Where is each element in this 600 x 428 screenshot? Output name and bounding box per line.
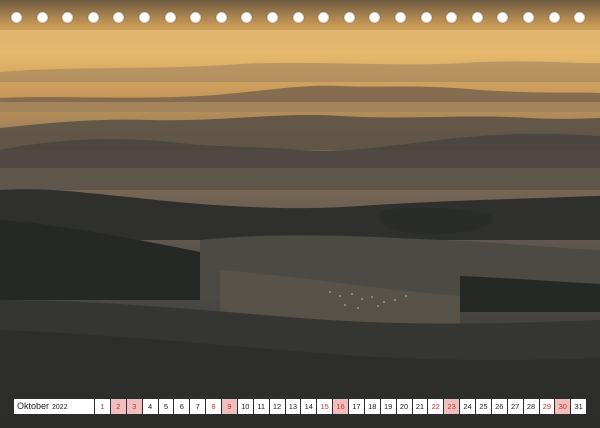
day-cell: 20 [396, 399, 412, 414]
day-cell: 28 [523, 399, 539, 414]
binding-ring [87, 12, 99, 23]
day-cell: 23 [444, 399, 460, 414]
month-name: Oktober [17, 401, 50, 411]
day-cell: 4 [142, 399, 158, 414]
day-cell: 31 [571, 399, 587, 414]
bottom-strip [0, 414, 600, 428]
binding-ring [164, 12, 176, 23]
day-cell: 30 [555, 399, 571, 414]
landscape-photo [0, 0, 600, 428]
day-cell: 7 [190, 399, 206, 414]
binding-ring [523, 12, 534, 23]
day-cell: 11 [253, 399, 269, 414]
day-cell: 25 [476, 399, 491, 414]
day-cell: 9 [222, 399, 237, 414]
calendar-page: Oktober 2022 1 2 3 4 5 6 7 8 9 10 11 12 13 14 15 16 17 18 1… [0, 0, 600, 428]
day-cell: 17 [349, 399, 364, 414]
year-label: 2022 [52, 404, 68, 411]
binding-rings [0, 0, 600, 36]
binding-ring [11, 12, 22, 23]
calendar-strip: Oktober 2022 1 2 3 4 5 6 7 8 9 10 11 12 13 14 15 16 17 18 1… [14, 399, 587, 414]
binding-ring [215, 12, 227, 23]
day-cell: 29 [539, 399, 555, 414]
day-cell: 13 [285, 399, 301, 414]
binding-ring [36, 12, 48, 23]
day-cell: 18 [364, 399, 380, 414]
day-cell: 24 [460, 399, 475, 414]
day-cell: 26 [491, 399, 507, 414]
day-cell: 19 [380, 399, 396, 414]
binding-ring [574, 12, 586, 23]
binding-ring [471, 12, 483, 23]
day-cell: 8 [206, 399, 221, 414]
day-cell: 2 [110, 399, 126, 414]
day-cell: 5 [158, 399, 174, 414]
binding-ring [62, 12, 74, 23]
binding-ring [369, 12, 381, 23]
binding-ring [113, 12, 125, 23]
day-cell: 16 [333, 399, 348, 414]
day-cell: 6 [174, 399, 190, 414]
binding-ring [318, 12, 330, 23]
binding-ring [343, 12, 355, 23]
day-cell: 1 [95, 399, 110, 414]
day-cell: 12 [269, 399, 285, 414]
day-cell: 14 [301, 399, 317, 414]
binding-ring [497, 12, 509, 23]
binding-ring [548, 12, 560, 23]
month-label: Oktober 2022 [14, 399, 94, 414]
day-cell: 15 [317, 399, 333, 414]
binding-ring [420, 12, 432, 23]
day-cell: 22 [428, 399, 444, 414]
day-cell: 3 [126, 399, 142, 414]
day-cell: 21 [412, 399, 428, 414]
day-cells: 1 2 3 4 5 6 7 8 9 10 11 12 13 14 15 16 17 18 19 20 21 22 23 24 2… [95, 399, 587, 414]
binding-ring [267, 12, 278, 23]
binding-ring [241, 12, 253, 23]
binding-ring [292, 12, 304, 23]
binding-ring [190, 12, 202, 23]
day-cell: 10 [237, 399, 253, 414]
binding-ring [395, 12, 406, 23]
binding-ring [446, 12, 458, 23]
binding-ring [139, 12, 150, 23]
day-cell: 27 [507, 399, 523, 414]
